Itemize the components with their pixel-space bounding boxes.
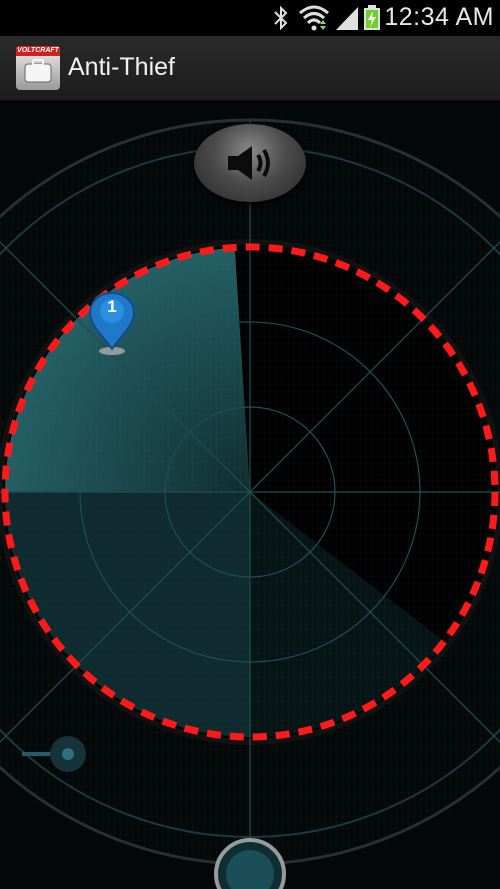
page-title: Anti-Thief — [68, 53, 175, 81]
speaker-icon — [228, 146, 270, 180]
battery-charging-icon — [362, 4, 382, 37]
app-icon[interactable]: VOLTCRAFT — [16, 46, 60, 90]
status-time: 12:34 AM — [384, 3, 494, 31]
radar-view[interactable]: 1 — [0, 102, 500, 889]
wifi-icon — [298, 4, 330, 37]
marker-label: 1 — [107, 297, 117, 316]
sensitivity-slider[interactable] — [20, 736, 90, 776]
status-bar: 12:34 AM — [0, 0, 500, 36]
briefcase-icon — [24, 59, 52, 83]
bluetooth-icon — [272, 4, 290, 37]
device-marker-1[interactable]: 1 — [86, 291, 138, 357]
signal-icon — [334, 4, 360, 37]
speaker-button[interactable] — [194, 124, 306, 202]
action-bar: VOLTCRAFT Anti-Thief — [0, 36, 500, 101]
bottom-control-knob[interactable] — [213, 832, 287, 889]
